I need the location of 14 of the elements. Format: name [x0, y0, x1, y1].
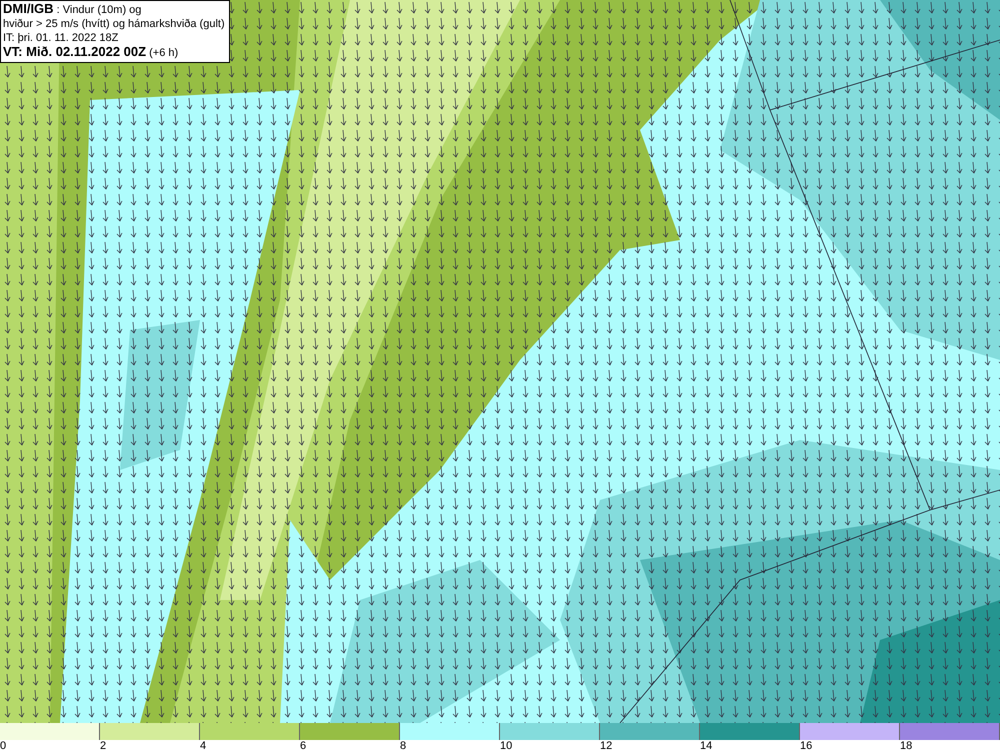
title-line: VT: Mið. 02.11.2022 00Z (+6 h) — [3, 45, 180, 60]
title-line: IT: þri. 01. 11. 2022 18Z — [3, 31, 120, 45]
legend-label: 6 — [300, 740, 306, 753]
legend-label: 12 — [600, 740, 612, 753]
legend-label: 14 — [700, 740, 712, 753]
title-line: DMI/IGB : Vindur (10m) og — [3, 2, 142, 17]
legend-label: 16 — [800, 740, 812, 753]
title-line: hviður > 25 m/s (hvítt) og hámarkshviða (gult) — [3, 17, 225, 31]
legend-label: 0 — [0, 740, 6, 753]
legend-label: 2 — [100, 740, 106, 753]
legend-label: 8 — [400, 740, 406, 753]
legend-label: 18 — [900, 740, 912, 753]
legend-label: 4 — [200, 740, 206, 753]
legend-label: 10 — [500, 740, 512, 753]
